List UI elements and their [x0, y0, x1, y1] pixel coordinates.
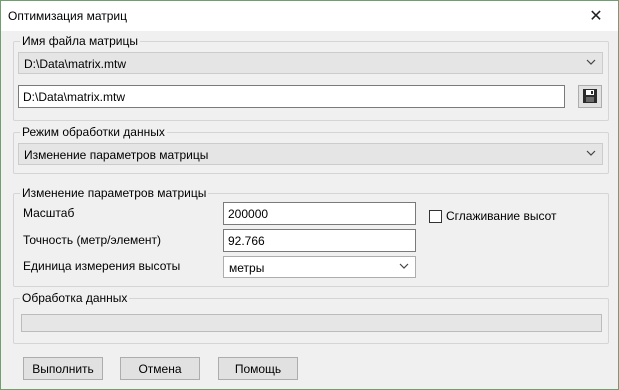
file-path-combo-value: D:\Data\matrix.mtw — [24, 57, 127, 71]
smoothing-checkbox[interactable] — [429, 210, 442, 223]
close-icon: ✕ — [589, 8, 603, 25]
mode-group-label: Режим обработки данных — [20, 125, 167, 139]
help-button[interactable]: Помощь — [218, 357, 298, 380]
file-path-input[interactable]: D:\Data\matrix.mtw — [18, 85, 565, 108]
height-unit-value: метры — [229, 261, 265, 275]
save-file-button[interactable] — [578, 85, 602, 108]
scale-input-value: 200000 — [228, 207, 269, 221]
processing-group-label: Обработка данных — [20, 291, 130, 305]
run-button[interactable]: Выполнить — [23, 357, 103, 380]
precision-label: Точность (метр/элемент) — [23, 233, 162, 247]
window-title: Оптимизация матриц — [8, 9, 127, 23]
chevron-down-icon — [399, 263, 409, 269]
mode-combo[interactable]: Изменение параметров матрицы — [18, 143, 603, 165]
height-unit-select[interactable]: метры — [223, 256, 416, 278]
close-button[interactable]: ✕ — [574, 1, 618, 31]
title-bar: Оптимизация матриц ✕ — [1, 1, 618, 31]
file-group-label: Имя файла матрицы — [20, 34, 140, 48]
cancel-button-label: Отмена — [138, 361, 182, 376]
dialog-window: Оптимизация матриц ✕ Имя файла матрицы D… — [0, 0, 619, 390]
scale-input[interactable]: 200000 — [223, 202, 416, 225]
run-button-label: Выполнить — [32, 361, 94, 376]
processing-progress-bar — [21, 314, 602, 332]
precision-input[interactable]: 92.766 — [223, 229, 416, 252]
height-unit-label: Единица измерения высоты — [23, 259, 181, 273]
help-button-label: Помощь — [234, 361, 282, 376]
chevron-down-icon — [586, 150, 596, 156]
floppy-disk-icon — [583, 89, 597, 103]
params-group-label: Изменение параметров матрицы — [20, 186, 209, 200]
file-path-combo[interactable]: D:\Data\matrix.mtw — [18, 52, 603, 74]
precision-input-value: 92.766 — [228, 234, 265, 248]
mode-combo-value: Изменение параметров матрицы — [24, 148, 209, 162]
smoothing-label: Сглаживание высот — [446, 209, 557, 223]
chevron-down-icon — [586, 59, 596, 65]
scale-label: Масштаб — [23, 206, 75, 220]
file-path-input-value: D:\Data\matrix.mtw — [23, 90, 126, 104]
cancel-button[interactable]: Отмена — [120, 357, 200, 380]
